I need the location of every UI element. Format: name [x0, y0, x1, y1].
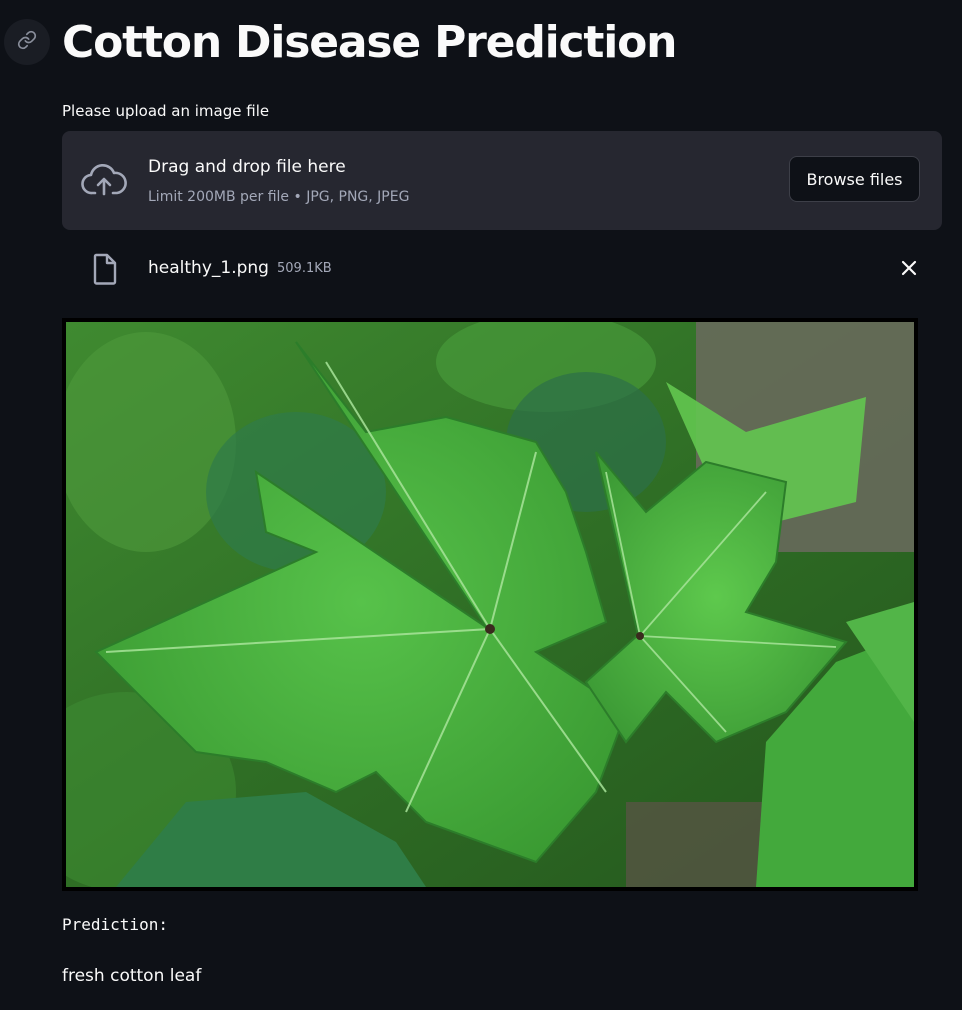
uploaded-file-item: healthy_1.png 509.1KB	[62, 248, 942, 288]
app-main: Cotton Disease Prediction Please upload …	[0, 0, 962, 1010]
dropzone-title: Drag and drop file here	[148, 157, 346, 177]
link-icon	[17, 30, 37, 54]
uploaded-file-name: healthy_1.png	[148, 258, 269, 278]
uploaded-leaf-image	[62, 318, 918, 891]
prediction-value: fresh cotton leaf	[62, 966, 202, 986]
file-dropzone[interactable]: Drag and drop file here Limit 200MB per …	[62, 131, 942, 230]
dropzone-limit-text: Limit 200MB per file • JPG, PNG, JPEG	[148, 189, 410, 205]
page-title: Cotton Disease Prediction	[62, 17, 677, 68]
close-icon	[901, 260, 917, 279]
prediction-label: Prediction:	[62, 915, 168, 934]
browse-files-button[interactable]: Browse files	[789, 156, 920, 202]
uploaded-file-size: 509.1KB	[277, 261, 332, 276]
header-anchor-link[interactable]	[4, 19, 50, 65]
file-icon	[91, 252, 119, 290]
upload-label: Please upload an image file	[62, 102, 270, 120]
remove-file-button[interactable]	[895, 255, 923, 283]
cloud-upload-icon	[81, 163, 127, 201]
